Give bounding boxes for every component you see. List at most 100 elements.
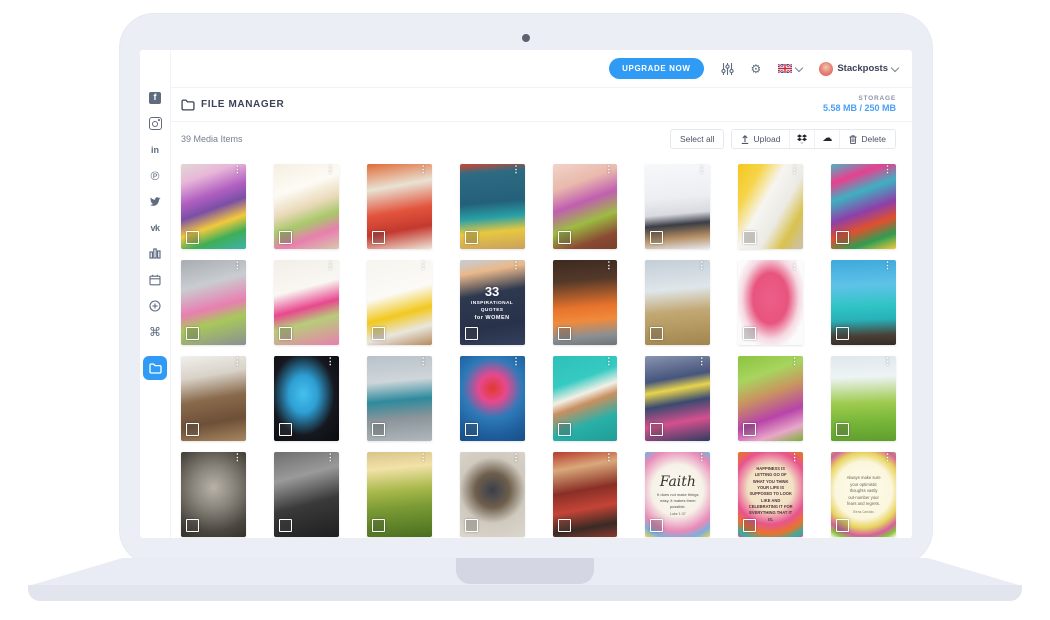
media-item[interactable]: ⋮ xyxy=(367,164,432,249)
item-menu-icon[interactable]: ⋮ xyxy=(604,453,613,463)
item-checkbox[interactable] xyxy=(465,423,478,436)
media-item[interactable]: ⋮ xyxy=(645,260,710,345)
item-checkbox[interactable] xyxy=(650,519,663,532)
item-checkbox[interactable] xyxy=(279,231,292,244)
sidebar-item-analytics[interactable] xyxy=(148,246,163,261)
select-all-button[interactable]: Select all xyxy=(670,129,725,149)
item-menu-icon[interactable]: ⋮ xyxy=(790,165,799,175)
media-item[interactable]: ⋮ xyxy=(367,452,432,537)
item-menu-icon[interactable]: ⋮ xyxy=(790,453,799,463)
item-checkbox[interactable] xyxy=(836,327,849,340)
media-item[interactable]: ⋮ xyxy=(645,356,710,441)
item-menu-icon[interactable]: ⋮ xyxy=(790,261,799,271)
item-checkbox[interactable] xyxy=(465,327,478,340)
item-checkbox[interactable] xyxy=(743,231,756,244)
item-menu-icon[interactable]: ⋮ xyxy=(512,453,521,463)
item-menu-icon[interactable]: ⋮ xyxy=(512,261,521,271)
account-menu[interactable]: Stackposts xyxy=(819,62,898,76)
item-menu-icon[interactable]: ⋮ xyxy=(326,165,335,175)
media-item[interactable]: ⋮Always make sure your optimistic though… xyxy=(831,452,896,537)
item-menu-icon[interactable]: ⋮ xyxy=(326,261,335,271)
item-checkbox[interactable] xyxy=(186,327,199,340)
media-item[interactable]: ⋮ xyxy=(181,260,246,345)
item-menu-icon[interactable]: ⋮ xyxy=(419,261,428,271)
item-menu-icon[interactable]: ⋮ xyxy=(790,357,799,367)
item-menu-icon[interactable]: ⋮ xyxy=(697,357,706,367)
media-item[interactable]: ⋮ xyxy=(460,452,525,537)
item-menu-icon[interactable]: ⋮ xyxy=(883,453,892,463)
item-menu-icon[interactable]: ⋮ xyxy=(419,453,428,463)
media-item[interactable]: ⋮ xyxy=(831,356,896,441)
item-checkbox[interactable] xyxy=(558,519,571,532)
item-checkbox[interactable] xyxy=(558,327,571,340)
item-menu-icon[interactable]: ⋮ xyxy=(233,453,242,463)
gear-icon[interactable]: ⚙ xyxy=(751,63,762,75)
sidebar-item-file-manager[interactable] xyxy=(143,356,167,380)
sidebar-item-linkedin[interactable]: in xyxy=(148,142,163,157)
item-menu-icon[interactable]: ⋮ xyxy=(604,357,613,367)
item-menu-icon[interactable]: ⋮ xyxy=(512,357,521,367)
media-item[interactable]: ⋮ xyxy=(367,356,432,441)
media-item[interactable]: ⋮ xyxy=(181,452,246,537)
item-menu-icon[interactable]: ⋮ xyxy=(233,165,242,175)
item-checkbox[interactable] xyxy=(743,327,756,340)
item-checkbox[interactable] xyxy=(836,519,849,532)
item-menu-icon[interactable]: ⋮ xyxy=(883,261,892,271)
upload-button[interactable]: Upload xyxy=(732,130,789,148)
media-item[interactable]: ⋮33Inspira­tional quotesfor WOMEN xyxy=(460,260,525,345)
media-item[interactable]: ⋮ xyxy=(460,164,525,249)
item-checkbox[interactable] xyxy=(558,231,571,244)
upgrade-now-button[interactable]: UPGRADE NOW xyxy=(609,58,703,79)
dropbox-import-button[interactable] xyxy=(789,130,814,148)
item-checkbox[interactable] xyxy=(465,231,478,244)
item-menu-icon[interactable]: ⋮ xyxy=(233,357,242,367)
item-menu-icon[interactable]: ⋮ xyxy=(326,453,335,463)
item-checkbox[interactable] xyxy=(372,327,385,340)
item-checkbox[interactable] xyxy=(743,423,756,436)
item-checkbox[interactable] xyxy=(558,423,571,436)
item-checkbox[interactable] xyxy=(836,231,849,244)
item-checkbox[interactable] xyxy=(186,519,199,532)
media-item[interactable]: ⋮ xyxy=(274,164,339,249)
item-menu-icon[interactable]: ⋮ xyxy=(697,261,706,271)
media-item[interactable]: ⋮ xyxy=(645,164,710,249)
media-item[interactable]: ⋮ xyxy=(831,260,896,345)
item-checkbox[interactable] xyxy=(650,327,663,340)
item-menu-icon[interactable]: ⋮ xyxy=(604,165,613,175)
item-checkbox[interactable] xyxy=(372,423,385,436)
item-checkbox[interactable] xyxy=(279,423,292,436)
item-checkbox[interactable] xyxy=(465,519,478,532)
item-checkbox[interactable] xyxy=(372,231,385,244)
item-menu-icon[interactable]: ⋮ xyxy=(419,357,428,367)
media-item[interactable]: ⋮ xyxy=(274,260,339,345)
media-item[interactable]: ⋮ xyxy=(738,260,803,345)
media-item[interactable]: ⋮ xyxy=(738,164,803,249)
media-item[interactable]: ⋮Happiness is letting go of what you thi… xyxy=(738,452,803,537)
item-menu-icon[interactable]: ⋮ xyxy=(697,165,706,175)
item-checkbox[interactable] xyxy=(836,423,849,436)
sidebar-item-calendar[interactable] xyxy=(148,272,163,287)
cloud-import-button[interactable]: ☁ xyxy=(814,130,839,148)
media-item[interactable]: ⋮ xyxy=(553,356,618,441)
item-checkbox[interactable] xyxy=(372,519,385,532)
delete-button[interactable]: Delete xyxy=(839,130,895,148)
media-item[interactable]: ⋮FaithIt does not make things easy, it m… xyxy=(645,452,710,537)
item-checkbox[interactable] xyxy=(743,519,756,532)
item-menu-icon[interactable]: ⋮ xyxy=(512,165,521,175)
item-menu-icon[interactable]: ⋮ xyxy=(883,357,892,367)
item-checkbox[interactable] xyxy=(279,327,292,340)
sidebar-item-vk[interactable]: vk xyxy=(148,220,163,235)
item-menu-icon[interactable]: ⋮ xyxy=(883,165,892,175)
item-menu-icon[interactable]: ⋮ xyxy=(697,453,706,463)
item-menu-icon[interactable]: ⋮ xyxy=(233,261,242,271)
media-item[interactable]: ⋮ xyxy=(553,260,618,345)
item-checkbox[interactable] xyxy=(279,519,292,532)
media-item[interactable]: ⋮ xyxy=(181,164,246,249)
sidebar-item-add-account[interactable] xyxy=(148,298,163,313)
item-checkbox[interactable] xyxy=(186,231,199,244)
item-menu-icon[interactable]: ⋮ xyxy=(604,261,613,271)
media-item[interactable]: ⋮ xyxy=(367,260,432,345)
media-item[interactable]: ⋮ xyxy=(460,356,525,441)
item-menu-icon[interactable]: ⋮ xyxy=(326,357,335,367)
media-item[interactable]: ⋮ xyxy=(553,164,618,249)
